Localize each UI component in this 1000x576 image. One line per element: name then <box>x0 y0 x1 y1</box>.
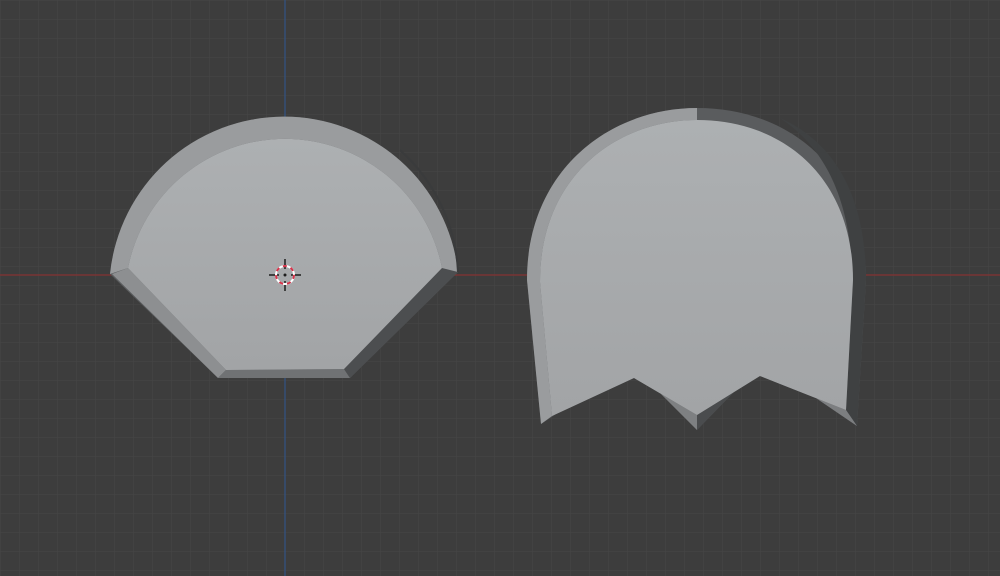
bevel-bottom <box>218 369 350 378</box>
3d-viewport[interactable] <box>0 0 1000 576</box>
viewport-canvas[interactable] <box>0 0 1000 576</box>
ghost-shape-with-zigzag-bottom[interactable] <box>527 108 866 430</box>
object-top-face <box>540 120 853 416</box>
